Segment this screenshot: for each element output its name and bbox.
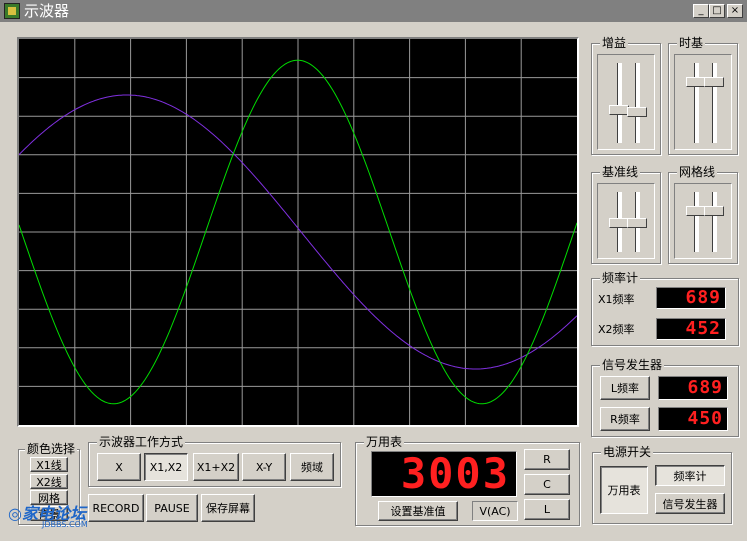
record-button[interactable]: RECORD [88, 494, 144, 522]
gain-track-2 [635, 63, 640, 143]
minimize-button[interactable]: _ [693, 4, 709, 18]
multimeter-group: 万用表 3003 设置基准值 V(AC) R C L [355, 435, 580, 526]
timebase-group: 时基 [668, 36, 738, 155]
title-bar: 示波器 _ □ × [0, 0, 747, 22]
multimeter-mode-display: V(AC) [472, 501, 518, 521]
timebase-track-2 [712, 63, 717, 143]
freqmeter-title: 频率计 [600, 271, 641, 285]
gridline-track-2 [712, 192, 717, 252]
set-baseline-button[interactable]: 设置基准值 [378, 501, 458, 521]
resistance-button[interactable]: R [524, 449, 570, 470]
x1-freq-display: 689 [656, 287, 726, 309]
mode-x-button[interactable]: X [97, 453, 141, 481]
watermark-url: JDBBS.COM [42, 520, 88, 529]
multimeter-title: 万用表 [364, 435, 405, 449]
gridline-slider-2[interactable] [704, 206, 724, 216]
siggen-title: 信号发生器 [600, 358, 665, 372]
power-group: 电源开关 万用表 频率计 信号发生器 [592, 445, 732, 524]
gridline-slider-1[interactable] [686, 206, 706, 216]
timebase-track-1 [694, 63, 699, 143]
gridline-track-1 [694, 192, 699, 252]
gain-title: 增益 [600, 36, 629, 50]
power-title: 电源开关 [601, 445, 654, 459]
capacitance-button[interactable]: C [524, 474, 570, 495]
l-freq-display: 689 [658, 376, 728, 400]
color-select-title: 颜色选择 [25, 442, 78, 456]
x1-line-color-button[interactable]: X1线 [30, 457, 68, 472]
gain-slider-panel [597, 54, 655, 150]
mode-title: 示波器工作方式 [97, 435, 186, 449]
siggen-power-button[interactable]: 信号发生器 [655, 493, 725, 514]
r-freq-display: 450 [658, 407, 728, 431]
mode-freq-domain-button[interactable]: 频域 [290, 453, 334, 481]
inductance-button[interactable]: L [524, 499, 570, 520]
timebase-slider-2[interactable] [704, 76, 724, 87]
x2-freq-label: X2频率 [598, 323, 635, 336]
close-button[interactable]: × [727, 4, 743, 18]
gain-group: 增益 [591, 36, 661, 155]
timebase-slider-1[interactable] [686, 76, 706, 87]
gain-track-1 [617, 63, 622, 143]
scope-plot [19, 39, 577, 425]
gridline-group: 网格线 [668, 165, 738, 264]
scope-screen [17, 37, 579, 427]
mode-x1-plus-x2-button[interactable]: X1+X2 [193, 453, 239, 481]
gridline-title: 网格线 [677, 165, 718, 179]
pause-button[interactable]: PAUSE [146, 494, 198, 522]
l-freq-button[interactable]: L频率 [600, 376, 650, 400]
save-screen-button[interactable]: 保存屏幕 [201, 494, 255, 522]
freqmeter-power-button[interactable]: 频率计 [655, 465, 725, 486]
freqmeter-group: 频率计 X1频率 689 X2频率 452 [591, 271, 739, 346]
app-icon [4, 3, 20, 19]
x2-line-color-button[interactable]: X2线 [30, 474, 68, 489]
x1-freq-label: X1频率 [598, 293, 635, 306]
timebase-slider-panel [674, 54, 732, 150]
gridline-slider-panel [674, 183, 732, 259]
mode-x-y-button[interactable]: X-Y [242, 453, 286, 481]
baseline-slider-1[interactable] [609, 218, 629, 228]
siggen-group: 信号发生器 L频率 689 R频率 450 [591, 358, 739, 437]
baseline-slider-panel [597, 183, 655, 259]
mode-group: 示波器工作方式 X X1,X2 X1+X2 X-Y 频域 [88, 435, 341, 487]
baseline-group: 基准线 [591, 165, 661, 264]
window-title: 示波器 [24, 2, 70, 20]
baseline-slider-2[interactable] [627, 218, 647, 228]
gain-slider-2[interactable] [627, 107, 647, 117]
maximize-button[interactable]: □ [709, 4, 725, 18]
r-freq-button[interactable]: R频率 [600, 407, 650, 431]
mode-x1-x2-button[interactable]: X1,X2 [144, 453, 188, 481]
gain-slider-1[interactable] [609, 105, 629, 116]
x2-freq-display: 452 [656, 318, 726, 340]
baseline-title: 基准线 [600, 165, 641, 179]
watermark-icon: ◎ [8, 504, 22, 523]
timebase-title: 时基 [677, 36, 706, 50]
multimeter-power-button[interactable]: 万用表 [600, 466, 648, 514]
multimeter-display: 3003 [371, 451, 517, 497]
